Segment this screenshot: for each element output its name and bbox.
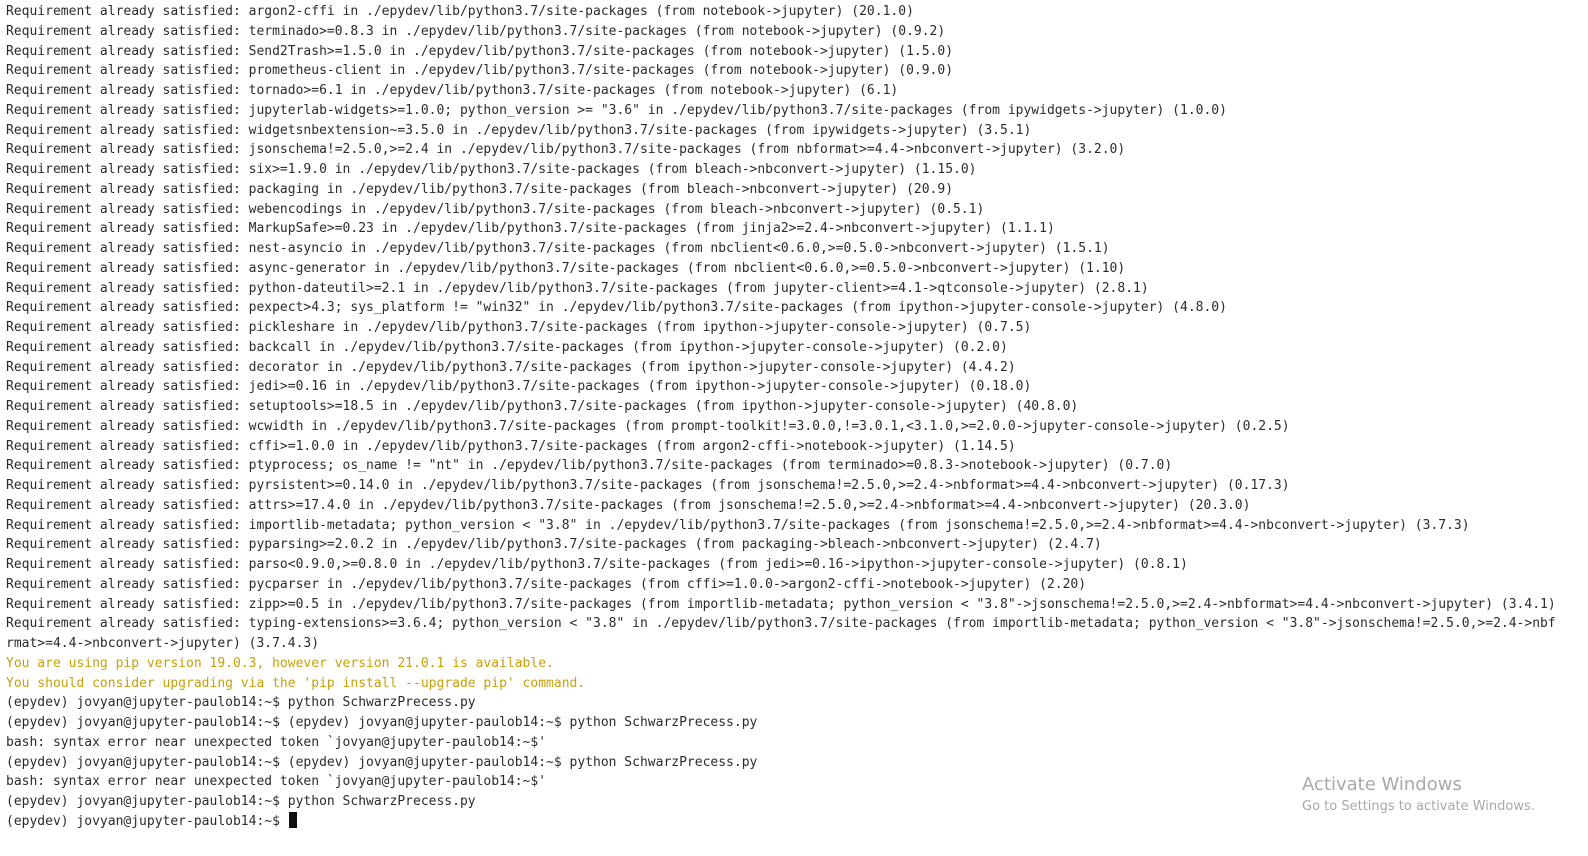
- terminal-line: Requirement already satisfied: async-gen…: [6, 260, 1126, 276]
- terminal-line: (epydev) jovyan@jupyter-paulob14:~$ (epy…: [6, 754, 758, 770]
- terminal-line: Requirement already satisfied: attrs>=17…: [6, 497, 1251, 513]
- text-cursor: [288, 811, 297, 828]
- terminal-line: (epydev) jovyan@jupyter-paulob14:~$ (epy…: [6, 715, 758, 730]
- terminal-line: Requirement already satisfied: parso<0.9…: [6, 557, 1188, 572]
- terminal-line: Requirement already satisfied: nest-asyn…: [6, 241, 1110, 256]
- terminal-line: Requirement already satisfied: backcall …: [6, 339, 1008, 355]
- terminal-line: Requirement already satisfied: argon2-cf…: [6, 4, 914, 19]
- terminal-line: Requirement already satisfied: tornado>=…: [6, 83, 899, 98]
- terminal-warning-line: You are using pip version 19.0.3, howeve…: [6, 655, 554, 671]
- terminal-line: Requirement already satisfied: MarkupSaf…: [6, 221, 1055, 237]
- terminal-line: (epydev) jovyan@jupyter-paulob14:~$ pyth…: [6, 695, 476, 711]
- terminal-line: Requirement already satisfied: setuptool…: [6, 399, 1079, 414]
- terminal-line: Requirement already satisfied: widgetsnb…: [6, 122, 1032, 138]
- terminal-line: Requirement already satisfied: wcwidth i…: [6, 418, 1290, 434]
- terminal-line: Requirement already satisfied: packaging…: [6, 181, 954, 197]
- terminal-line: Requirement already satisfied: webencodi…: [6, 201, 985, 217]
- terminal-line: Requirement already satisfied: ptyproces…: [6, 458, 1173, 474]
- terminal-line: Requirement already satisfied: cffi>=1.0…: [6, 438, 1016, 454]
- terminal-line: Requirement already satisfied: pyrsisten…: [6, 478, 1290, 493]
- terminal-line: Requirement already satisfied: pyparsing…: [6, 537, 1102, 553]
- watermark-subtitle: Go to Settings to activate Windows.: [1302, 799, 1535, 814]
- terminal-line: Requirement already satisfied: jsonschem…: [6, 142, 1126, 158]
- prompt-text: (epydev) jovyan@jupyter-paulob14:~$: [6, 813, 288, 829]
- terminal-line: Requirement already satisfied: python-da…: [6, 280, 1149, 296]
- terminal-line: Requirement already satisfied: jedi>=0.1…: [6, 379, 1032, 395]
- terminal-line: Requirement already satisfied: six>=1.9.…: [6, 162, 977, 177]
- terminal-line: Requirement already satisfied: picklesha…: [6, 320, 1032, 335]
- terminal-line: Requirement already satisfied: Send2Tras…: [6, 43, 954, 59]
- terminal-lines: Requirement already satisfied: argon2-cf…: [6, 2, 1588, 812]
- watermark-title: Activate Windows: [1302, 774, 1462, 795]
- terminal-line: Requirement already satisfied: prometheu…: [6, 63, 954, 79]
- terminal-line: bash: syntax error near unexpected token…: [6, 734, 547, 750]
- terminal-warning-line: You should consider upgrading via the 'p…: [6, 675, 586, 691]
- terminal-line: Requirement already satisfied: typing-ex…: [6, 616, 1556, 632]
- terminal-line: rmat>=4.4->nbconvert->jupyter) (3.7.4.3): [6, 636, 320, 651]
- terminal-line: Requirement already satisfied: decorator…: [6, 359, 1016, 375]
- terminal-line: Requirement already satisfied: terminado…: [6, 23, 946, 39]
- activation-watermark: Activate Windows Go to Settings to activ…: [1302, 773, 1535, 817]
- terminal-line: Requirement already satisfied: jupyterla…: [6, 102, 1227, 118]
- terminal-line: Requirement already satisfied: pycparser…: [6, 576, 1087, 592]
- terminal-line: Requirement already satisfied: pexpect>4…: [6, 300, 1227, 316]
- terminal-output[interactable]: Requirement already satisfied: argon2-cf…: [6, 2, 1588, 832]
- terminal-line: Requirement already satisfied: zipp>=0.5…: [6, 596, 1556, 612]
- terminal-line: Requirement already satisfied: importlib…: [6, 517, 1470, 533]
